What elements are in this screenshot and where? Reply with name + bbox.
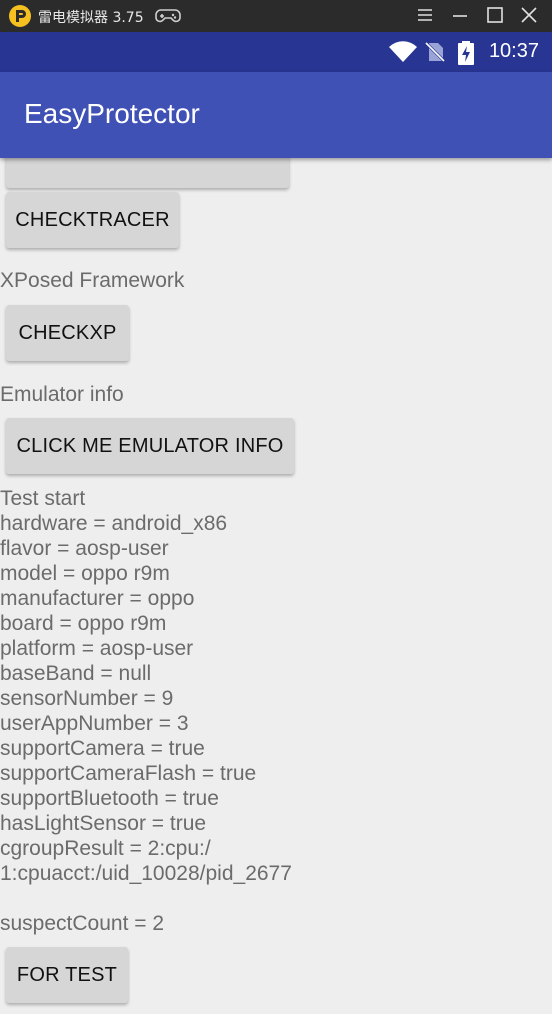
emulator-info-output: Test start hardware = android_x86 flavor… — [0, 486, 292, 936]
info-line: suspectCount = 2 — [0, 912, 165, 935]
info-line: supportCameraFlash = true — [0, 762, 257, 785]
info-line: flavor = aosp-user — [0, 537, 169, 560]
info-line: hasLightSensor = true — [0, 812, 207, 835]
maximize-icon[interactable] — [483, 4, 507, 26]
info-line: 1:cpuacct:/uid_10028/pid_2677 — [0, 862, 292, 885]
info-line: supportCamera = true — [0, 737, 205, 760]
info-line: board = oppo r9m — [0, 612, 167, 635]
wifi-icon — [388, 41, 418, 67]
emulator-heading: Emulator info — [0, 383, 124, 406]
info-line: cgroupResult = 2:cpu:/ — [0, 837, 211, 860]
for-test-button[interactable]: FOR TEST — [6, 947, 128, 1003]
close-icon[interactable] — [517, 4, 541, 26]
emulator-info-button[interactable]: CLICK ME EMULATOR INFO — [6, 418, 294, 474]
main-content[interactable]: CHECKTRACER XPosed Framework CHECKXP Emu… — [0, 158, 552, 1014]
leidian-logo-icon — [9, 5, 31, 27]
info-line: userAppNumber = 3 — [0, 712, 189, 735]
info-line: model = oppo r9m — [0, 562, 170, 585]
info-line: sensorNumber = 9 — [0, 687, 174, 710]
info-line: manufacturer = oppo — [0, 587, 195, 610]
emulator-title-bar: 雷电模拟器 3.75 — [0, 0, 552, 32]
info-line — [0, 886, 292, 911]
menu-icon[interactable] — [413, 4, 437, 26]
info-line: Test start — [0, 487, 86, 510]
previous-button-partial[interactable] — [6, 158, 289, 188]
app-title: EasyProtector — [24, 98, 200, 129]
battery-charging-icon — [456, 41, 476, 69]
xposed-heading: XPosed Framework — [0, 269, 185, 292]
status-bar: 10:37 — [0, 32, 552, 72]
status-time: 10:37 — [488, 40, 539, 62]
info-line: baseBand = null — [0, 662, 152, 685]
checkxp-button[interactable]: CHECKXP — [6, 305, 129, 361]
info-line: hardware = android_x86 — [0, 512, 228, 535]
info-line: platform = aosp-user — [0, 637, 194, 660]
minimize-icon[interactable] — [448, 4, 472, 26]
emulator-title: 雷电模拟器 3.75 — [38, 10, 144, 26]
app-bar: EasyProtector — [0, 72, 552, 158]
info-line: supportBluetooth = true — [0, 787, 219, 810]
no-sim-icon — [424, 41, 446, 67]
gamepad-icon[interactable] — [155, 6, 181, 30]
checktracer-button[interactable]: CHECKTRACER — [6, 192, 179, 248]
